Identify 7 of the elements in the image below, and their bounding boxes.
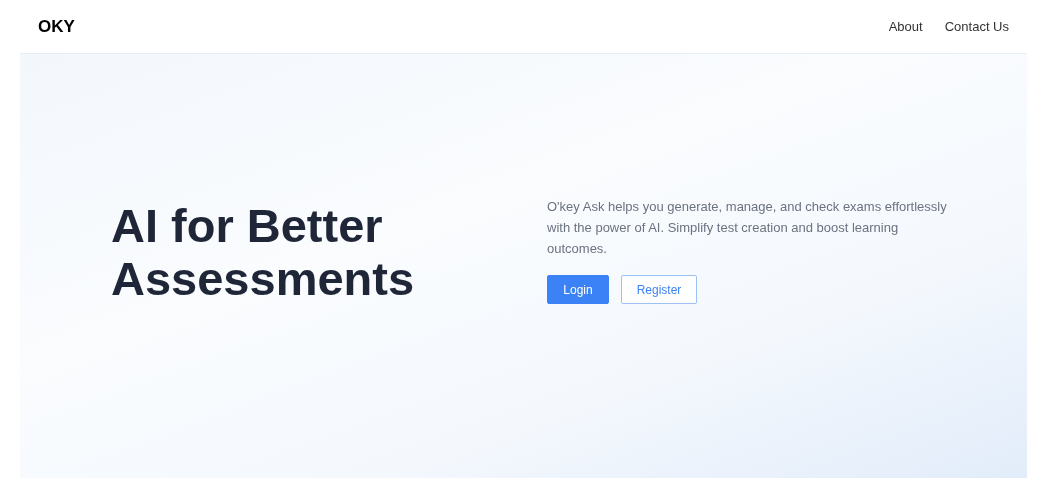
logo[interactable]: OKY <box>38 13 75 40</box>
login-button[interactable]: Login <box>547 275 609 304</box>
hero-title: AI for Better Assessments <box>111 199 416 305</box>
hero-description: O'key Ask helps you generate, manage, and check exams effortlessly with the power of AI. Simplify test creation and boost learning outcomes. <box>547 198 947 258</box>
register-button[interactable]: Register <box>621 275 697 304</box>
nav-link[interactable]: About <box>888 16 923 37</box>
nav-link[interactable]: Contact Us <box>944 16 1009 37</box>
